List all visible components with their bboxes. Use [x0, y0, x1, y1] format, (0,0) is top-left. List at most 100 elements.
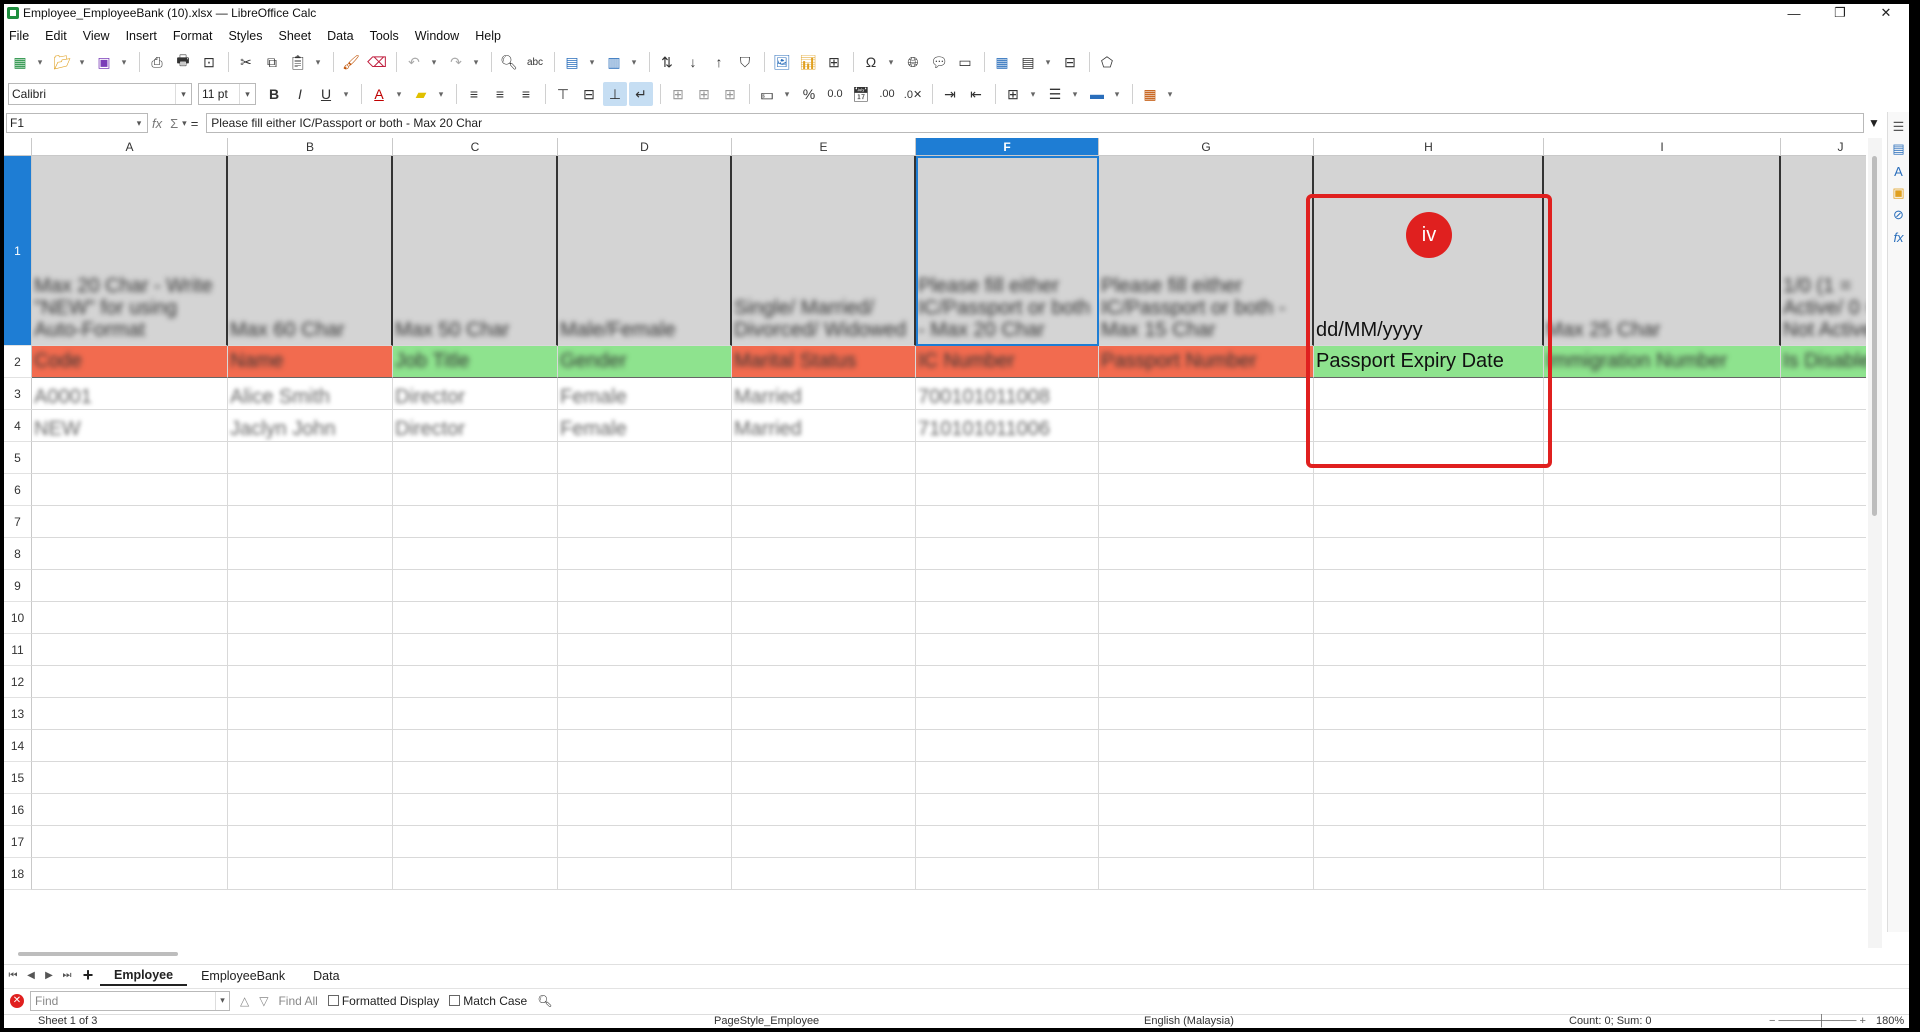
center-vertically-icon[interactable]: ⊟: [577, 82, 601, 106]
merge-center-icon[interactable]: ⊞: [666, 82, 690, 106]
cell-f14[interactable]: [916, 730, 1099, 762]
column-header-h[interactable]: H: [1314, 138, 1544, 156]
cell-c5[interactable]: [393, 442, 558, 474]
cell-h6[interactable]: [1314, 474, 1544, 506]
wrap-text-icon[interactable]: ↵: [629, 82, 653, 106]
cell-b12[interactable]: [228, 666, 393, 698]
cell-i5[interactable]: [1544, 442, 1781, 474]
cell-e8[interactable]: [732, 538, 916, 570]
row-header-6[interactable]: 6: [4, 474, 32, 506]
cell-g5[interactable]: [1099, 442, 1314, 474]
row-header-15[interactable]: 15: [4, 762, 32, 794]
save-dropdown-icon[interactable]: ▾: [118, 50, 130, 74]
cell-b9[interactable]: [228, 570, 393, 602]
sort-descending-icon[interactable]: ↑: [707, 50, 731, 74]
cell-a2[interactable]: Code: [32, 346, 228, 378]
insert-chart-icon[interactable]: 📊︎: [796, 50, 820, 74]
sidebar-menu-icon[interactable]: ☰: [1890, 116, 1908, 138]
font-color-dropdown-icon[interactable]: ▾: [393, 82, 405, 106]
cell-g4[interactable]: [1099, 410, 1314, 442]
cell-e3[interactable]: Married: [732, 378, 916, 410]
cell-b8[interactable]: [228, 538, 393, 570]
font-color-icon[interactable]: A: [367, 82, 391, 106]
print-icon[interactable]: 🖶︎: [171, 50, 195, 74]
cell-i12[interactable]: [1544, 666, 1781, 698]
cut-icon[interactable]: ✂: [234, 50, 258, 74]
row-header-13[interactable]: 13: [4, 698, 32, 730]
cell-c13[interactable]: [393, 698, 558, 730]
row-dropdown-icon[interactable]: ▾: [586, 50, 598, 74]
cell-a9[interactable]: [32, 570, 228, 602]
export-pdf-icon[interactable]: ⎙: [145, 50, 169, 74]
cell-g10[interactable]: [1099, 602, 1314, 634]
cell-f7[interactable]: [916, 506, 1099, 538]
cell-d13[interactable]: [558, 698, 732, 730]
column-header-j[interactable]: J: [1781, 138, 1866, 156]
match-case-checkbox[interactable]: Match Case: [449, 994, 527, 1008]
status-language[interactable]: English (Malaysia): [1144, 1015, 1234, 1027]
cell-h17[interactable]: [1314, 826, 1544, 858]
new-document-icon[interactable]: ▦: [8, 50, 32, 74]
cell-e1[interactable]: Single/ Married/ Divorced/ Widowed: [732, 156, 916, 346]
cell-f10[interactable]: [916, 602, 1099, 634]
add-sheet-icon[interactable]: +: [76, 965, 100, 986]
paste-dropdown-icon[interactable]: ▾: [312, 50, 324, 74]
define-print-area-icon[interactable]: ▦: [990, 50, 1014, 74]
cell-j4[interactable]: [1781, 410, 1866, 442]
cell-i18[interactable]: [1544, 858, 1781, 890]
name-box[interactable]: F1 ▾: [6, 113, 148, 133]
cell-e4[interactable]: Married: [732, 410, 916, 442]
row-header-10[interactable]: 10: [4, 602, 32, 634]
cell-f2[interactable]: IC Number: [916, 346, 1099, 378]
cell-c14[interactable]: [393, 730, 558, 762]
split-window-icon[interactable]: ⊟: [1058, 50, 1082, 74]
insert-image-icon[interactable]: 🖼︎: [770, 50, 794, 74]
number-format-icon[interactable]: 0.0: [823, 82, 847, 106]
cell-e17[interactable]: [732, 826, 916, 858]
menu-styles[interactable]: Styles: [220, 29, 270, 43]
cell-h12[interactable]: [1314, 666, 1544, 698]
clear-formatting-icon[interactable]: ⌫: [365, 50, 389, 74]
styles-icon[interactable]: A: [1890, 160, 1908, 182]
row-header-11[interactable]: 11: [4, 634, 32, 666]
cell-i10[interactable]: [1544, 602, 1781, 634]
cell-i16[interactable]: [1544, 794, 1781, 826]
cell-e10[interactable]: [732, 602, 916, 634]
cell-h16[interactable]: [1314, 794, 1544, 826]
cell-i8[interactable]: [1544, 538, 1781, 570]
border-style-icon[interactable]: ☰: [1043, 82, 1067, 106]
cell-d17[interactable]: [558, 826, 732, 858]
row-header-14[interactable]: 14: [4, 730, 32, 762]
sort-ascending-icon[interactable]: ↓: [681, 50, 705, 74]
conditional-dropdown-icon[interactable]: ▾: [1164, 82, 1176, 106]
cell-f12[interactable]: [916, 666, 1099, 698]
cell-f18[interactable]: [916, 858, 1099, 890]
cell-a4[interactable]: NEW: [32, 410, 228, 442]
clone-formatting-icon[interactable]: 🖌︎: [339, 50, 363, 74]
font-size-box[interactable]: 11 pt ▾: [198, 83, 256, 105]
align-top-icon[interactable]: ⊤: [551, 82, 575, 106]
menu-edit[interactable]: Edit: [37, 29, 75, 43]
cell-b1[interactable]: Max 60 Char: [228, 156, 393, 346]
cell-e18[interactable]: [732, 858, 916, 890]
find-dropdown-icon[interactable]: ▾: [215, 991, 229, 1010]
cell-h15[interactable]: [1314, 762, 1544, 794]
cell-h4[interactable]: [1314, 410, 1544, 442]
cell-a3[interactable]: A0001: [32, 378, 228, 410]
cell-f11[interactable]: [916, 634, 1099, 666]
cell-g14[interactable]: [1099, 730, 1314, 762]
cell-a14[interactable]: [32, 730, 228, 762]
find-previous-icon[interactable]: △: [240, 994, 249, 1008]
cell-f17[interactable]: [916, 826, 1099, 858]
cell-g12[interactable]: [1099, 666, 1314, 698]
menu-view[interactable]: View: [75, 29, 118, 43]
cell-d8[interactable]: [558, 538, 732, 570]
cell-a10[interactable]: [32, 602, 228, 634]
cell-j10[interactable]: [1781, 602, 1866, 634]
cell-f6[interactable]: [916, 474, 1099, 506]
open-dropdown-icon[interactable]: ▾: [76, 50, 88, 74]
cell-j13[interactable]: [1781, 698, 1866, 730]
cell-a8[interactable]: [32, 538, 228, 570]
row-header-17[interactable]: 17: [4, 826, 32, 858]
cell-b4[interactable]: Jaclyn John: [228, 410, 393, 442]
